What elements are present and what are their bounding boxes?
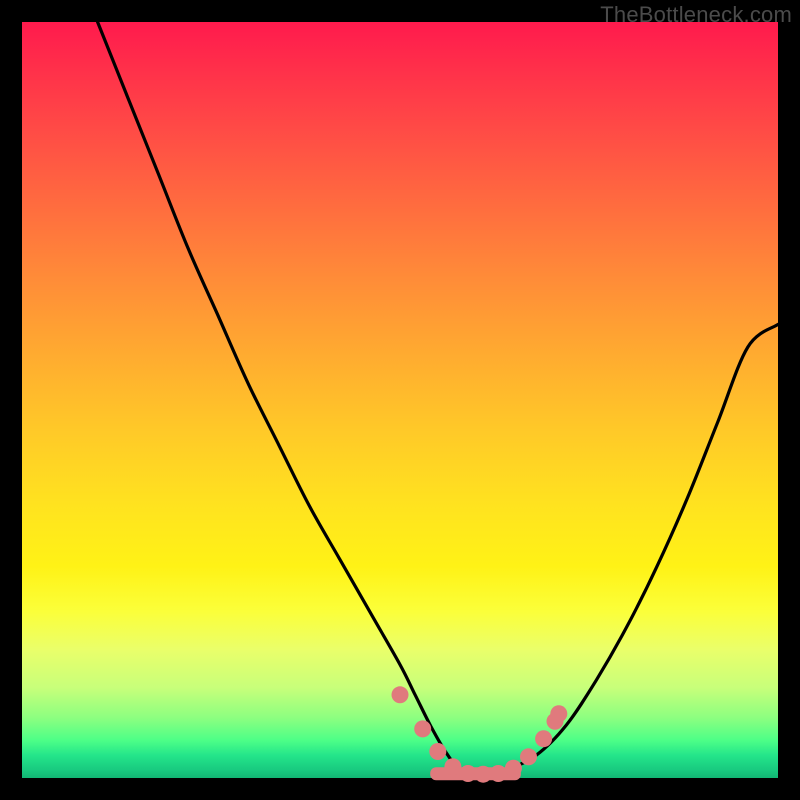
plot-area: [22, 22, 778, 778]
optimal-marker: [520, 748, 537, 765]
chart-frame: TheBottleneck.com: [0, 0, 800, 800]
optimal-marker: [475, 766, 492, 783]
watermark-text: TheBottleneck.com: [600, 2, 792, 28]
chart-svg: [22, 22, 778, 778]
optimal-marker: [414, 720, 431, 737]
optimal-marker: [490, 765, 507, 782]
optimal-marker: [535, 730, 552, 747]
optimal-marker: [505, 760, 522, 777]
optimal-marker: [444, 758, 461, 775]
optimal-marker: [429, 743, 446, 760]
optimal-marker: [550, 705, 567, 722]
optimal-marker: [460, 765, 477, 782]
optimal-marker: [392, 686, 409, 703]
bottleneck-curve: [98, 22, 778, 775]
